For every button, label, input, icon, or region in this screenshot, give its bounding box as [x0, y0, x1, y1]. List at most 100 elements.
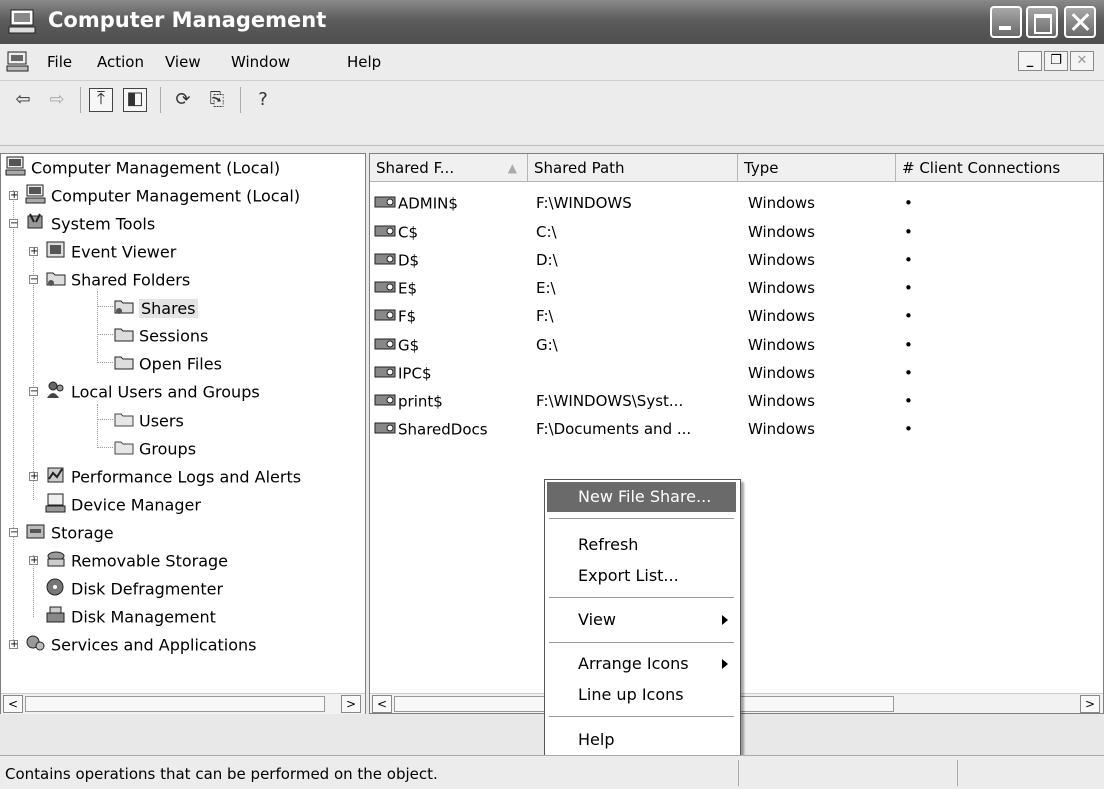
- tree-node-performance-logs-and-alerts[interactable]: Performance Logs and Alerts: [45, 465, 301, 491]
- shared-folder-icon: [113, 296, 135, 320]
- console-tree[interactable]: Computer Management (Local) + Computer M…: [0, 153, 366, 714]
- share-name: G$: [398, 336, 420, 355]
- tree-node-computer-management-root[interactable]: Computer Management (Local): [5, 156, 280, 182]
- menu-file[interactable]: File: [47, 53, 72, 71]
- scrollbar-thumb[interactable]: [25, 696, 325, 712]
- folder-icon: [113, 437, 135, 461]
- tree-guide: [97, 306, 113, 307]
- tree-node-users[interactable]: Users: [113, 409, 184, 435]
- refresh-icon[interactable]: ⟳: [170, 87, 196, 113]
- tree-node-local-users-and-groups[interactable]: Local Users and Groups: [45, 380, 260, 406]
- share-connections: •: [904, 251, 913, 269]
- menu-item-line-up-icons[interactable]: Line up Icons: [547, 680, 736, 710]
- tree-node-label: Storage: [51, 523, 114, 543]
- tree-horizontal-scrollbar[interactable]: < >: [1, 693, 365, 714]
- table-row[interactable]: C$ C:\ Windows •: [370, 219, 1103, 247]
- tree-guide: [97, 419, 113, 420]
- expand-toggle[interactable]: +: [29, 472, 38, 482]
- tree-guide: [97, 404, 98, 446]
- tree-node-device-manager[interactable]: Device Manager: [45, 493, 201, 519]
- table-row[interactable]: D$ D:\ Windows •: [370, 247, 1103, 275]
- maximize-button[interactable]: [1026, 6, 1058, 38]
- performance-icon: [45, 465, 67, 489]
- toolbar-separator: [160, 87, 161, 113]
- minimize-button[interactable]: [990, 6, 1022, 38]
- table-row[interactable]: E$ E:\ Windows •: [370, 275, 1103, 303]
- show-hide-tree-icon[interactable]: ◧: [123, 88, 147, 112]
- menu-item-new-file-share[interactable]: New File Share...: [547, 482, 736, 512]
- child-close-button[interactable]: ✕: [1070, 51, 1094, 71]
- column-header-shared-folder[interactable]: Shared F... ▲: [370, 154, 528, 182]
- menu-item-view[interactable]: View: [547, 605, 736, 635]
- menu-view[interactable]: View: [165, 53, 201, 71]
- collapse-toggle[interactable]: −: [29, 275, 38, 285]
- expand-toggle[interactable]: +: [9, 640, 18, 650]
- tree-node-label: Shared Folders: [71, 270, 191, 290]
- share-connections: •: [904, 392, 913, 410]
- back-arrow-icon[interactable]: ⇦: [10, 87, 36, 113]
- tree-node-disk-defragmenter[interactable]: Disk Defragmenter: [45, 577, 223, 603]
- table-row[interactable]: ADMIN$ F:\WINDOWS Windows •: [370, 190, 1103, 218]
- tree-node-storage[interactable]: Storage: [25, 521, 114, 547]
- tree-node-disk-management[interactable]: Disk Management: [45, 605, 216, 631]
- tree-node-removable-storage[interactable]: Removable Storage: [45, 549, 228, 575]
- scroll-left-arrow-icon[interactable]: <: [372, 695, 392, 713]
- scroll-left-arrow-icon[interactable]: <: [3, 695, 23, 713]
- share-name: D$: [398, 251, 420, 270]
- table-row[interactable]: G$ G:\ Windows •: [370, 332, 1103, 360]
- expand-toggle[interactable]: +: [29, 247, 38, 257]
- column-header-shared-path[interactable]: Shared Path: [528, 154, 738, 182]
- menu-item-help[interactable]: Help: [547, 725, 736, 755]
- child-minimize-button[interactable]: _: [1018, 51, 1042, 71]
- table-row[interactable]: IPC$ Windows •: [370, 360, 1103, 388]
- scroll-right-arrow-icon[interactable]: >: [341, 695, 361, 713]
- menu-help[interactable]: Help: [347, 53, 381, 71]
- tree-node-sessions[interactable]: Sessions: [113, 324, 208, 350]
- expand-toggle[interactable]: +: [29, 556, 38, 566]
- share-type: Windows: [748, 194, 815, 212]
- computer-icon: [25, 184, 47, 208]
- close-button[interactable]: [1064, 6, 1096, 38]
- column-header-type[interactable]: Type: [738, 154, 896, 182]
- menu-item-arrange-icons[interactable]: Arrange Icons: [547, 649, 736, 679]
- child-restore-button[interactable]: ❐: [1044, 51, 1068, 71]
- menu-item-export-list[interactable]: Export List...: [547, 561, 736, 591]
- share-type: Windows: [748, 420, 815, 438]
- collapse-toggle[interactable]: −: [9, 219, 18, 229]
- window-title: Computer Management: [48, 8, 327, 32]
- tree-node-computer-management-local[interactable]: Computer Management (Local): [25, 184, 300, 210]
- share-icon: [374, 307, 396, 327]
- console-window-icon[interactable]: [6, 51, 30, 77]
- forward-arrow-icon[interactable]: ⇨: [44, 87, 70, 113]
- tree-node-label: Removable Storage: [71, 551, 229, 571]
- collapse-toggle[interactable]: −: [9, 528, 18, 538]
- tree-node-services-and-applications[interactable]: Services and Applications: [25, 633, 256, 659]
- status-divider: [738, 760, 739, 786]
- export-list-icon[interactable]: ⎘: [204, 87, 230, 113]
- menu-action[interactable]: Action: [97, 53, 144, 71]
- column-header-client-connections[interactable]: # Client Connections: [896, 154, 1103, 182]
- toolbar: ⇦ ⇨ ⤒ ◧ ⟳ ⎘ ?: [0, 81, 1104, 146]
- table-row[interactable]: SharedDocs F:\Documents and ... Windows …: [370, 416, 1103, 444]
- tree-node-shares[interactable]: Shares: [113, 296, 198, 322]
- title-bar[interactable]: Computer Management: [0, 0, 1104, 44]
- tree-node-open-files[interactable]: Open Files: [113, 352, 222, 378]
- expand-toggle[interactable]: +: [9, 191, 18, 201]
- tree-node-groups[interactable]: Groups: [113, 437, 196, 463]
- help-icon[interactable]: ?: [250, 87, 276, 113]
- tree-node-event-viewer[interactable]: Event Viewer: [45, 240, 176, 266]
- up-folder-icon[interactable]: ⤒: [89, 88, 113, 112]
- device-manager-icon: [45, 493, 67, 517]
- table-row[interactable]: F$ F:\ Windows •: [370, 303, 1103, 331]
- column-header-label: # Client Connections: [902, 159, 1061, 177]
- share-name: IPC$: [398, 364, 432, 383]
- menu-item-refresh[interactable]: Refresh: [547, 530, 736, 560]
- share-connections: •: [904, 223, 913, 241]
- tree-node-label: Shares: [139, 298, 198, 318]
- tree-node-system-tools[interactable]: System Tools: [25, 212, 155, 238]
- table-row[interactable]: print$ F:\WINDOWS\Syst... Windows •: [370, 388, 1103, 416]
- tree-node-shared-folders[interactable]: Shared Folders: [45, 268, 190, 294]
- scroll-right-arrow-icon[interactable]: >: [1080, 695, 1100, 713]
- menu-window[interactable]: Window: [231, 53, 290, 71]
- collapse-toggle[interactable]: −: [29, 387, 38, 397]
